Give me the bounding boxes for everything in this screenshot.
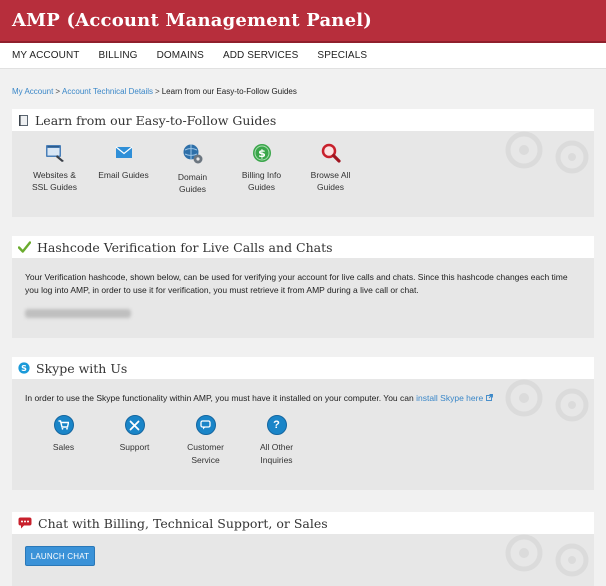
skype-all-other-inquiries[interactable]: ? All Other Inquiries bbox=[241, 415, 312, 467]
app-header: AMP (Account Management Panel) bbox=[0, 0, 606, 43]
magnifier-icon bbox=[321, 143, 341, 163]
guide-label: Email Guides bbox=[98, 169, 149, 181]
checkmark-icon bbox=[18, 241, 31, 253]
question-icon: ? bbox=[266, 415, 287, 435]
cart-icon bbox=[53, 415, 74, 435]
nav-domains[interactable]: DOMAINS bbox=[157, 50, 204, 61]
skype-sales[interactable]: Sales bbox=[28, 415, 99, 467]
guide-label-line-2: Guides bbox=[248, 182, 275, 192]
svg-text:$: $ bbox=[258, 147, 266, 160]
guide-domain[interactable]: Domain Guides bbox=[158, 143, 227, 195]
guide-label-line-1: Billing Info bbox=[241, 170, 282, 180]
install-skype-link[interactable]: install Skype here bbox=[416, 393, 483, 403]
breadcrumb-current: Learn from our Easy-to-Follow Guides bbox=[161, 87, 297, 96]
gears-decoration-icon bbox=[505, 131, 589, 174]
skype-label: Sales bbox=[53, 441, 74, 454]
guide-label-line-1: Email Guides bbox=[98, 170, 149, 180]
guide-browse-all[interactable]: Browse All Guides bbox=[296, 143, 365, 195]
skype-label-line-2: Inquiries bbox=[260, 455, 293, 465]
hashcode-title: Hashcode Verification for Live Calls and… bbox=[37, 239, 333, 255]
svg-text:S: S bbox=[21, 364, 27, 373]
guides-body: Websites & SSL Guides Email Guides Domai… bbox=[12, 131, 594, 217]
chat-title: Chat with Billing, Technical Support, or… bbox=[38, 515, 328, 531]
skype-description-text: In order to use the Skype functionality … bbox=[25, 393, 414, 403]
guide-label: Domain Guides bbox=[178, 171, 207, 195]
guide-billing[interactable]: $ Billing Info Guides bbox=[227, 143, 296, 195]
breadcrumb-my-account[interactable]: My Account bbox=[12, 87, 53, 96]
skype-label: Support bbox=[120, 441, 150, 454]
guide-label-line-2: Guides bbox=[317, 182, 344, 192]
skype-title: Skype with Us bbox=[36, 360, 128, 376]
app-title: AMP (Account Management Panel) bbox=[12, 10, 373, 31]
breadcrumb-technical-details[interactable]: Account Technical Details bbox=[62, 87, 153, 96]
guides-section: Learn from our Easy-to-Follow Guides Web… bbox=[12, 109, 594, 217]
skype-label-line-1: Support bbox=[119, 442, 150, 452]
email-icon bbox=[115, 146, 132, 158]
nav-add-services[interactable]: ADD SERVICES bbox=[223, 50, 298, 61]
skype-section: S Skype with Us In order to use the Skyp… bbox=[12, 357, 594, 490]
guide-label-line-2: Guides bbox=[179, 184, 206, 194]
guide-label-line-2: SSL Guides bbox=[31, 182, 78, 192]
guide-label-line-1: Websites & bbox=[33, 170, 76, 180]
skype-label-line-2: Service bbox=[191, 455, 220, 465]
skype-label: All Other Inquiries bbox=[260, 441, 293, 467]
breadcrumb: My Account > Account Technical Details > Lea… bbox=[12, 87, 297, 96]
gears-decoration-icon bbox=[505, 534, 589, 577]
dollar-icon: $ bbox=[252, 144, 271, 162]
skype-header: S Skype with Us bbox=[12, 357, 594, 379]
hashcode-header: Hashcode Verification for Live Calls and… bbox=[12, 236, 594, 258]
tools-icon bbox=[124, 415, 145, 435]
skype-support[interactable]: Support bbox=[99, 415, 170, 467]
guide-label-line-1: Domain bbox=[177, 172, 208, 182]
book-icon bbox=[19, 114, 28, 126]
guide-label: Websites & SSL Guides bbox=[32, 169, 77, 193]
external-link-icon bbox=[485, 394, 493, 401]
guide-email[interactable]: Email Guides bbox=[89, 143, 158, 195]
skype-body: In order to use the Skype functionality … bbox=[12, 379, 594, 490]
hashcode-section: Hashcode Verification for Live Calls and… bbox=[12, 236, 594, 338]
chat-bubble-icon bbox=[195, 415, 216, 435]
launch-chat-button[interactable]: LAUNCH CHAT bbox=[25, 546, 95, 566]
nav-billing[interactable]: BILLING bbox=[99, 50, 138, 61]
skype-label: Customer Service bbox=[187, 441, 224, 467]
skype-icon: S bbox=[18, 362, 30, 374]
chat-body: LAUNCH CHAT bbox=[12, 534, 594, 586]
skype-label-line-1: Sales bbox=[52, 442, 75, 452]
chat-section: Chat with Billing, Technical Support, or… bbox=[12, 512, 594, 586]
hashcode-description: Your Verification hashcode, shown below,… bbox=[25, 272, 568, 295]
skype-label-line-1: All Other bbox=[259, 442, 294, 452]
guide-label: Billing Info Guides bbox=[242, 169, 281, 193]
nav-my-account[interactable]: MY ACCOUNT bbox=[12, 50, 80, 61]
guide-websites-ssl[interactable]: Websites & SSL Guides bbox=[20, 143, 89, 195]
main-nav: MY ACCOUNT BILLING DOMAINS ADD SERVICES … bbox=[0, 43, 606, 69]
guide-label: Browse All Guides bbox=[311, 169, 351, 193]
nav-specials[interactable]: SPECIALS bbox=[317, 50, 367, 61]
breadcrumb-separator: > bbox=[155, 87, 160, 96]
skype-description: In order to use the Skype functionality … bbox=[12, 379, 594, 405]
breadcrumb-separator: > bbox=[55, 87, 61, 96]
guides-title: Learn from our Easy-to-Follow Guides bbox=[35, 112, 277, 128]
guide-label-line-1: Browse All bbox=[310, 170, 351, 180]
speech-bubble-icon bbox=[18, 517, 32, 529]
hashcode-body: Your Verification hashcode, shown below,… bbox=[12, 258, 594, 338]
skype-label-line-1: Customer bbox=[187, 442, 224, 452]
chat-header: Chat with Billing, Technical Support, or… bbox=[12, 512, 594, 534]
domain-gear-icon bbox=[183, 144, 202, 164]
guides-header: Learn from our Easy-to-Follow Guides bbox=[12, 109, 594, 131]
website-ssl-icon bbox=[45, 145, 64, 162]
hashcode-value-redacted bbox=[25, 309, 131, 318]
skype-customer-service[interactable]: Customer Service bbox=[170, 415, 241, 467]
